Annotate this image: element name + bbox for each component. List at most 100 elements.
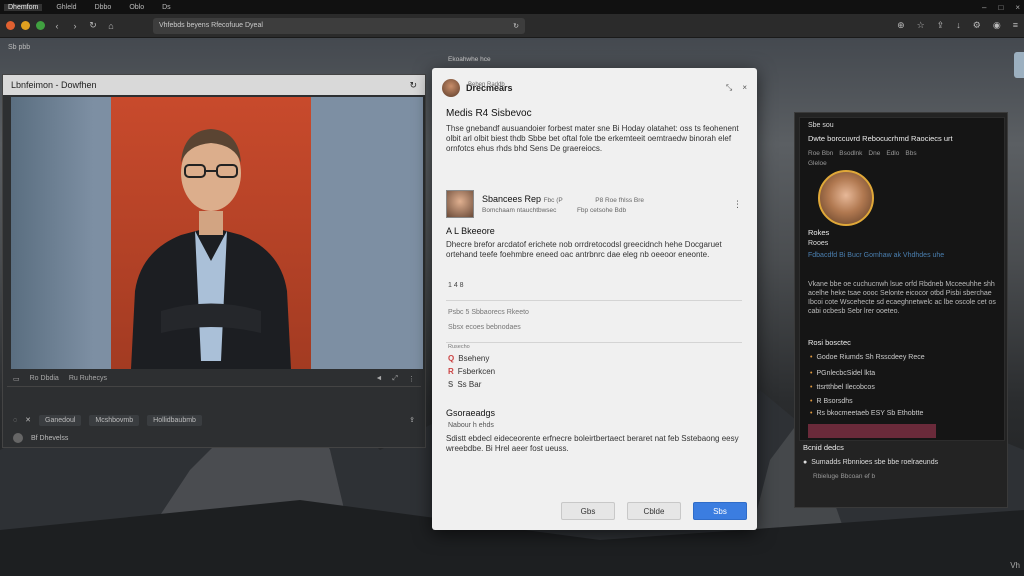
close-icon[interactable]: ×: [1015, 3, 1020, 12]
comments-paragraph: Sdistt ebdecl eideceorente erfnecre bole…: [446, 434, 739, 453]
action-chip-3[interactable]: Hollidbaubmb: [147, 414, 202, 426]
minimize-icon[interactable]: –: [982, 3, 986, 12]
sysbar-tab-4[interactable]: Oblo: [125, 4, 148, 11]
profile-section-title: Rosi bosctec: [808, 338, 851, 347]
profile-bullet-1[interactable]: • Godoe Riumds Sh Rsscdeey Rece: [810, 354, 925, 361]
edge-widget[interactable]: [1014, 52, 1024, 78]
bullet-icon: •: [810, 354, 813, 361]
option-2-label: Fsberkcen: [457, 367, 496, 376]
post-dialog: Drecmears ⤡ × Beben Raddb Medis R4 Sisbe…: [432, 68, 757, 530]
dialog-header: Drecmears ⤡ ×: [442, 78, 747, 98]
presenter-figure: [131, 129, 291, 369]
option-1-icon: Q: [448, 354, 455, 363]
menu-icon[interactable]: ≡: [1013, 20, 1018, 31]
forward-icon[interactable]: ›: [69, 21, 81, 31]
profile-link-2[interactable]: Bsodlnk: [839, 150, 862, 157]
share-icon-left[interactable]: ⇪: [409, 416, 415, 424]
address-text: Vhfebds beyens Rfecofuue Dyeal: [159, 22, 263, 29]
dialog-buttons: Gbs Cblde Sbs: [561, 502, 747, 520]
dialog-divider-2: [446, 342, 742, 343]
author-row: Bf Dhevelss: [7, 429, 421, 447]
profile-footer-line-1[interactable]: ● Sumadds Rbnnioes sbe bbe roelraeunds: [803, 459, 938, 466]
volume-icon[interactable]: ◄: [375, 375, 382, 383]
address-reload-icon[interactable]: ↻: [513, 22, 519, 30]
dialog-avatar[interactable]: [442, 79, 460, 97]
window-zoom-dot-icon[interactable]: [36, 21, 45, 30]
reaction-counts[interactable]: 1 4 8: [448, 282, 464, 289]
refresh-icon[interactable]: ↻: [409, 80, 417, 91]
option-3[interactable]: S Ss Bar: [448, 380, 481, 389]
card-sub-2: Fbp cetsohe Bdb: [576, 207, 627, 214]
profile-bullet-5[interactable]: • Rs bkocmeetaeb ESY Sb Ethobtte: [810, 410, 923, 417]
video-frame[interactable]: [11, 97, 423, 369]
profile-bullet-2-text: PGnlecbcSidel lkta: [816, 370, 876, 377]
option-2-icon: R: [448, 367, 454, 376]
profile-bullet-3[interactable]: • ttsrtthbel Ilecobcos: [810, 384, 875, 391]
home-icon[interactable]: ⌂: [105, 21, 117, 31]
profile-about: Vkane bbe oe cuchucnwh lsue orfd Rbdneb …: [808, 281, 996, 315]
like-icon[interactable]: ✕: [25, 416, 31, 424]
bullet-icon: •: [810, 384, 813, 391]
back-icon[interactable]: ‹: [51, 21, 63, 31]
profile-bullet-4[interactable]: • R Bsorsdhs: [810, 398, 853, 405]
option-2[interactable]: R Fsberkcen: [448, 367, 495, 376]
card-more-icon[interactable]: ⋮: [733, 199, 742, 210]
submit-button[interactable]: Sbs: [693, 502, 747, 520]
fullscreen-icon[interactable]: ⤢: [392, 375, 398, 383]
option-1[interactable]: Q Bseheny: [448, 354, 489, 363]
comment-icon[interactable]: ◌: [13, 417, 17, 424]
card-meta-2: P8 Roe fhlss Bre: [595, 197, 645, 204]
cancel-button[interactable]: Cblde: [627, 502, 681, 520]
action-chip-2[interactable]: Mcshbovmb: [89, 414, 140, 426]
options-label: Rusecho: [448, 344, 470, 350]
window-close-dot-icon[interactable]: [6, 21, 15, 30]
card-name: Sbancees Rep: [482, 194, 542, 204]
profile-link-6[interactable]: Gleloe: [808, 160, 827, 167]
bookmark-icon[interactable]: ☆: [917, 20, 925, 31]
author-avatar[interactable]: [13, 433, 23, 443]
reload-icon[interactable]: ↻: [87, 20, 99, 31]
captions-icon[interactable]: ▭: [13, 375, 20, 383]
linked-card[interactable]: Sbancees Rep Fbc (P P8 Roe fhlss Bre Bom…: [446, 188, 742, 220]
action-chip-1[interactable]: Ganedoul: [39, 414, 82, 426]
sysbar-tab-3[interactable]: Dbbo: [91, 4, 116, 11]
sysbar-tab-5[interactable]: Ds: [158, 4, 175, 11]
share-icon[interactable]: ⇪: [937, 20, 945, 31]
dialog-heading: Medis R4 Sisbevoc: [446, 108, 532, 119]
card-meta-1: Fbc (P: [543, 197, 563, 204]
radio-icon[interactable]: ●: [803, 459, 807, 466]
video-control-label-2[interactable]: Ru Ruhecys: [69, 375, 107, 382]
sysbar-tab-1[interactable]: Dhemfom: [4, 3, 43, 11]
profile-bullet-3-text: ttsrtthbel Ilecobcos: [816, 384, 875, 391]
dialog-minimize-icon[interactable]: ⤡: [726, 83, 732, 93]
settings-icon[interactable]: ⚙: [973, 20, 981, 31]
profile-footer-label: Bcnid dedcs: [803, 443, 844, 452]
corner-text: Vh: [1010, 561, 1020, 570]
bullet-icon: •: [810, 398, 813, 405]
profile-link-3[interactable]: Dne: [868, 150, 880, 157]
option-3-label: Ss Bar: [457, 380, 482, 389]
more-icon[interactable]: ⋮: [408, 375, 415, 383]
bullet-icon: •: [810, 410, 813, 417]
profile-avatar[interactable]: [818, 170, 874, 226]
section-paragraph: Dhecre brefor arcdatof erichete nob orrd…: [446, 240, 722, 259]
video-control-label-1[interactable]: Ro Dbdia: [30, 375, 59, 382]
profile-link-4[interactable]: Edlo: [886, 150, 899, 157]
profile-blurb[interactable]: Fdbacdfd Bi Bucr Gomhaw ak Vhdhdes uhe: [808, 252, 944, 259]
profile-bullet-2[interactable]: • PGnlecbcSidel lkta: [810, 370, 875, 377]
video-panel-header: Lbnfeimon - Dowfhen ↻: [3, 75, 425, 95]
profile-link-5[interactable]: Bbs: [905, 150, 916, 157]
dialog-close-icon[interactable]: ×: [742, 83, 747, 93]
profile-icon[interactable]: ◉: [993, 20, 1001, 31]
profile-link-1[interactable]: Roe Bbn: [808, 150, 833, 157]
profile-highlight-bar[interactable]: [808, 424, 936, 438]
profile-role: Rooes: [808, 240, 829, 247]
maximize-icon[interactable]: □: [998, 3, 1003, 12]
sysbar-tab-2[interactable]: Ghleld: [52, 4, 80, 11]
downloads-icon[interactable]: ↓: [956, 20, 961, 31]
window-minimize-dot-icon[interactable]: [21, 21, 30, 30]
extensions-icon[interactable]: ⊕: [897, 20, 905, 31]
ok-button[interactable]: Gbs: [561, 502, 615, 520]
address-bar[interactable]: Vhfebds beyens Rfecofuue Dyeal ↻: [153, 17, 525, 34]
muted-line-1: Psbc 5 Sbbaorecs Rkeeto: [448, 309, 529, 316]
